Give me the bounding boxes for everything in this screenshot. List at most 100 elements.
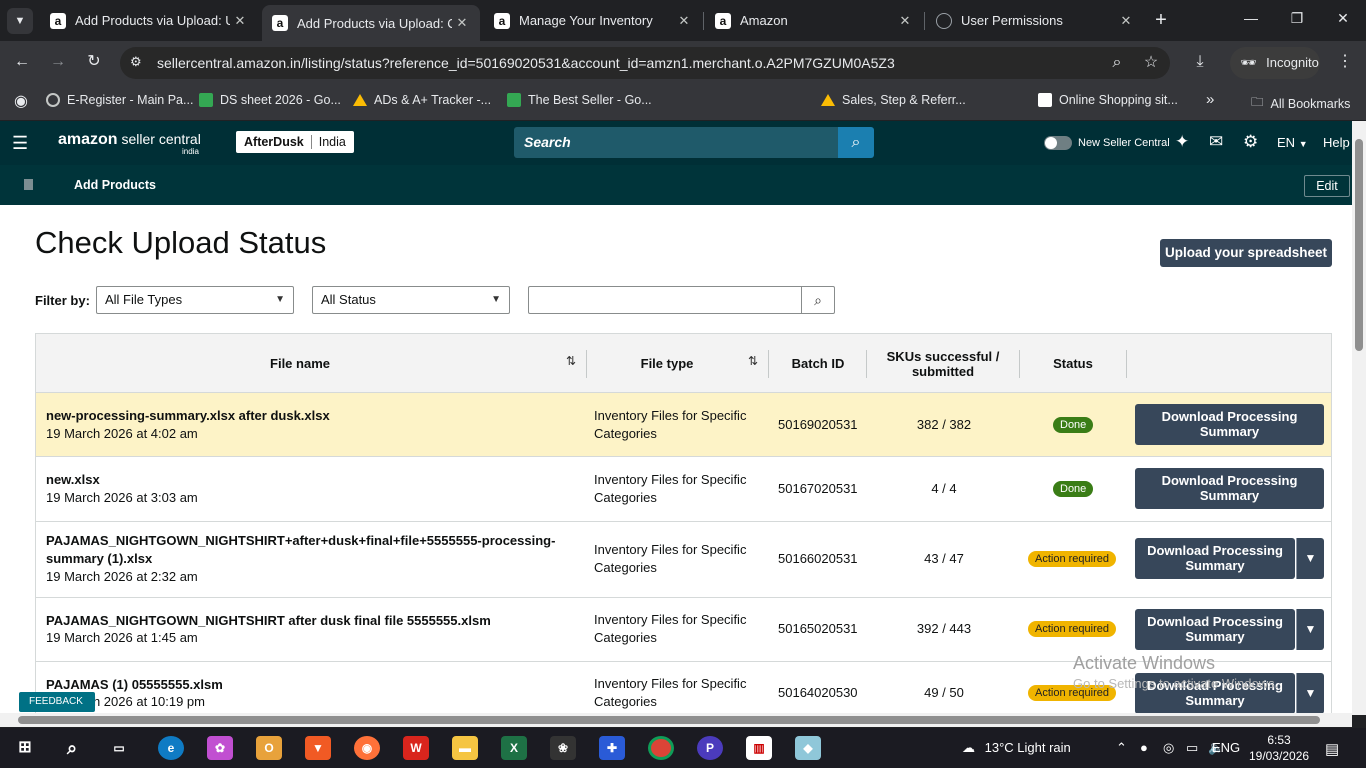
upload-spreadsheet-button[interactable]: Upload your spreadsheet <box>1160 239 1332 267</box>
close-icon[interactable]: ✕ <box>1116 13 1136 29</box>
chrome-icon[interactable] <box>648 736 674 760</box>
bookmark-favicon-icon[interactable]: ◉ <box>10 91 32 113</box>
new-tab-plus-icon[interactable]: + <box>1150 9 1172 32</box>
status-select[interactable]: All Status ▼ <box>312 286 510 314</box>
close-icon[interactable]: ✕ <box>674 13 694 29</box>
sparkle-icon[interactable]: ✦ <box>1175 132 1189 152</box>
weather-widget[interactable]: ☁ 13°C Light rain <box>962 740 1071 756</box>
table-row: new.xlsx 19 March 2026 at 3:03 am Invent… <box>36 457 1331 522</box>
tray-app-icon[interactable]: ● <box>1140 740 1148 755</box>
bookmarks-overflow-icon[interactable]: » <box>1206 91 1214 108</box>
tab-search-button[interactable]: ▼ <box>7 8 33 34</box>
sort-icon[interactable]: ⇅ <box>566 354 576 368</box>
firefox-icon[interactable]: ◉ <box>354 736 380 760</box>
back-arrow-icon[interactable]: ← <box>11 51 33 73</box>
column-file-type[interactable]: File type <box>587 334 747 393</box>
tab-manage-inventory[interactable]: a Manage Your Inventory ✕ <box>484 5 702 36</box>
new-seller-central-toggle[interactable] <box>1044 136 1072 150</box>
address-bar[interactable]: ⚙ sellercentral.amazon.in/listing/status… <box>120 47 1170 79</box>
horizontal-scrollbar[interactable] <box>0 713 1352 727</box>
download-summary-button[interactable]: Download Processing Summary <box>1135 468 1324 509</box>
tray-app-icon[interactable]: ◎ <box>1163 740 1174 756</box>
globe-icon <box>936 12 952 29</box>
close-icon[interactable]: ✕ <box>895 13 915 29</box>
windows-start-icon[interactable]: ⊞ <box>12 736 38 760</box>
minimize-icon[interactable]: — <box>1241 10 1261 26</box>
incognito-badge[interactable]: 🕶 Incognito <box>1230 47 1320 79</box>
bookmark-ads-tracker[interactable]: ADs & A+ Tracker -... <box>353 93 491 107</box>
download-icon[interactable]: ⤓ <box>1189 51 1211 73</box>
download-summary-button[interactable]: Download Processing Summary <box>1135 538 1295 579</box>
bookmark-online-shopping[interactable]: Online Shopping sit... <box>1038 93 1178 107</box>
search-icon[interactable]: ⌕ <box>838 127 874 158</box>
store-selector[interactable]: AfterDusk India <box>236 131 354 153</box>
close-icon[interactable]: ✕ <box>230 13 250 29</box>
page-subheader: Add Products Edit <box>0 165 1352 205</box>
language-indicator[interactable]: ENG <box>1212 740 1240 755</box>
forward-arrow-icon[interactable]: → <box>47 51 69 73</box>
app-icon[interactable]: ◆ <box>795 736 821 760</box>
app-icon[interactable]: P <box>697 736 723 760</box>
url-text[interactable]: sellercentral.amazon.in/listing/status?r… <box>157 55 895 71</box>
hamburger-menu-icon[interactable]: ☰ <box>12 133 30 154</box>
chatgpt-icon[interactable]: ❀ <box>550 736 576 760</box>
file-type-select[interactable]: All File Types ▼ <box>96 286 294 314</box>
app-icon[interactable]: ✚ <box>599 736 625 760</box>
bookmark-ds-sheet[interactable]: DS sheet 2026 - Go... <box>199 93 341 107</box>
filter-search-input[interactable] <box>528 286 802 314</box>
file-explorer-icon[interactable]: ▬ <box>452 736 478 760</box>
chevron-down-icon[interactable]: ▼ <box>1296 538 1324 579</box>
language-selector[interactable]: EN ▼ <box>1277 135 1308 150</box>
edit-button[interactable]: Edit <box>1304 175 1350 197</box>
column-file-name[interactable]: File name <box>36 334 564 393</box>
sort-icon[interactable]: ⇅ <box>748 354 758 368</box>
download-summary-button[interactable]: Download Processing Summary <box>1135 404 1324 445</box>
bookmark-star-icon[interactable]: ☆ <box>1140 52 1162 74</box>
outlook-icon[interactable]: O <box>256 736 282 760</box>
feedback-button[interactable]: FEEDBACK ✕ <box>19 692 95 712</box>
tab-add-products-upload[interactable]: a Add Products via Upload: Up ✕ <box>40 5 258 36</box>
tab-amazon[interactable]: a Amazon ✕ <box>705 5 923 36</box>
app-icon[interactable]: ▥ <box>746 736 772 760</box>
seller-central-logo[interactable]: amazon seller central india <box>58 131 201 156</box>
download-summary-button[interactable]: Download Processing Summary <box>1135 609 1295 650</box>
bookmark-best-seller[interactable]: The Best Seller - Go... <box>507 93 652 107</box>
scrollbar-thumb[interactable] <box>1355 139 1363 351</box>
more-menu-icon[interactable]: ⋮ <box>1334 51 1356 73</box>
excel-icon[interactable]: X <box>501 736 527 760</box>
bookmark-icon[interactable] <box>24 179 33 190</box>
task-view-icon[interactable]: ▭ <box>106 736 132 760</box>
window-close-icon[interactable]: ✕ <box>1333 10 1353 27</box>
bookmark-e-register[interactable]: E-Register - Main Pa... <box>46 93 193 107</box>
reload-icon[interactable]: ↻ <box>83 51 105 73</box>
edge-icon[interactable]: e <box>158 736 184 760</box>
mail-icon[interactable]: ✉ <box>1209 132 1223 152</box>
search-icon[interactable]: ⌕ <box>59 736 85 760</box>
tray-chevron-up-icon[interactable]: ⌃ <box>1116 740 1127 756</box>
notification-icon[interactable]: ▤ <box>1325 740 1339 758</box>
zoom-search-icon[interactable]: ⌕ <box>1106 52 1128 74</box>
drive-icon <box>821 94 835 106</box>
network-icon[interactable]: ▭ <box>1186 740 1198 756</box>
file-type: Inventory Files for Specific Categories <box>594 472 747 505</box>
chevron-down-icon[interactable]: ▼ <box>1296 609 1324 650</box>
site-settings-icon[interactable]: ⚙ <box>130 54 142 70</box>
tab-user-permissions[interactable]: User Permissions ✕ <box>926 5 1144 36</box>
brave-icon[interactable]: ▼ <box>305 736 331 760</box>
add-products-link[interactable]: Add Products <box>74 178 156 192</box>
copilot-icon[interactable]: ✿ <box>207 736 233 760</box>
system-clock[interactable]: 6:53 19/03/2026 <box>1249 732 1309 764</box>
wps-office-icon[interactable]: W <box>403 736 429 760</box>
tab-check-upload-status[interactable]: a Add Products via Upload: Ch ✕ <box>262 5 480 41</box>
maximize-icon[interactable]: ❐ <box>1287 10 1307 27</box>
seller-search-input[interactable]: Search <box>514 127 838 158</box>
vertical-scrollbar[interactable] <box>1352 121 1366 715</box>
chevron-down-icon[interactable]: ▼ <box>1296 673 1324 714</box>
close-icon[interactable]: ✕ <box>452 15 472 31</box>
scrollbar-thumb[interactable] <box>18 716 1320 724</box>
help-link[interactable]: Help <box>1323 135 1350 150</box>
bookmark-sales-step[interactable]: Sales, Step & Referr... <box>821 93 966 107</box>
all-bookmarks[interactable]: 🗀 All Bookmarks <box>1251 93 1350 114</box>
gear-icon[interactable]: ⚙ <box>1243 132 1258 152</box>
search-icon[interactable]: ⌕ <box>801 286 835 314</box>
